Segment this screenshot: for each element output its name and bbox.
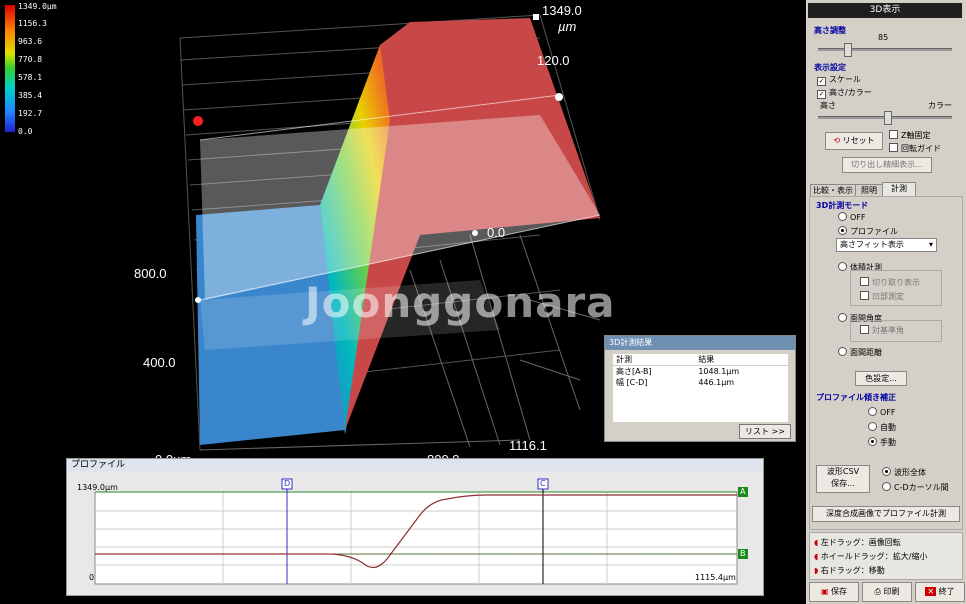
print-button[interactable]: ⎙ 印刷 (862, 582, 912, 602)
depth-profile-button[interactable]: 深度合成画像でプロファイル計測 (812, 506, 960, 522)
scale-label-7: 0.0 (18, 127, 33, 136)
marker-white-mid (472, 230, 478, 236)
tab-measure[interactable]: 計測 (882, 182, 916, 197)
result-table: 計測 結果 高さ[A-B] 1048.1µm 幅 [C-D] 446.1µm (613, 354, 788, 422)
color-setting-button[interactable]: 色設定... (855, 371, 907, 386)
color-scale-bar (5, 5, 15, 132)
axis-right-val: 120.0 (537, 53, 570, 68)
profile-title: プロファイル (67, 459, 763, 471)
list-button[interactable]: リスト >> (739, 424, 791, 439)
mouse-icon: ◗ (814, 566, 819, 575)
scale-label-2: 963.6 (18, 37, 43, 46)
height-color-checkbox[interactable]: ✓ 高さ/カラー (817, 87, 872, 99)
scale-label-5: 385.4 (18, 91, 43, 100)
reset-icon: ⟲ (833, 136, 841, 145)
axis-left-800: 800.0 (134, 266, 167, 281)
printer-icon: ⎙ (874, 587, 881, 596)
save-button[interactable]: ▣ 保存 (809, 582, 859, 602)
height-slider[interactable] (818, 48, 952, 51)
reset-button[interactable]: ⟲ リセット (825, 132, 883, 150)
z-fix-checkbox[interactable]: Z軸固定 (889, 130, 930, 141)
cd-cursor-radio[interactable]: C-Dカーソル間 (882, 482, 949, 493)
table-row[interactable]: 幅 [C-D] 446.1µm (613, 377, 788, 388)
result-dialog-title: 3D計測結果 (605, 336, 795, 350)
chevron-down-icon: ▾ (928, 240, 933, 249)
scale-label-6: 192.7 (18, 109, 43, 118)
help-left-drag: ◖ 左ドラッグ：画像回転 (814, 538, 901, 547)
axis-right-zero: 0.0 (487, 225, 506, 240)
marker-red (193, 116, 203, 126)
scale-label-4: 578.1 (18, 73, 43, 82)
panel-title: 3D表示 (808, 3, 962, 18)
height-adjust-value: 85 (878, 33, 889, 42)
marker-d-label[interactable]: D (284, 479, 290, 488)
tilt-manual-radio[interactable]: 手動 (868, 437, 896, 448)
help-wheel-drag: ◖ ホイールドラッグ：拡大/縮小 (814, 552, 928, 561)
marker-b-label[interactable]: B (740, 549, 746, 558)
color-label: カラー (928, 101, 952, 110)
scale-label-3: 770.8 (18, 55, 43, 64)
height-slider-thumb[interactable] (844, 43, 852, 57)
wave-csv-save-button[interactable]: 波形CSV 保存... (816, 465, 870, 493)
height-color-slider-thumb[interactable] (884, 111, 892, 125)
axis-top-max: 1349.0 (542, 3, 582, 18)
result-col-measure: 計測 (613, 354, 696, 366)
crop-detail-button[interactable]: 切り出し精細表示... (842, 157, 932, 173)
wave-all-radio[interactable]: 波形全体 (882, 467, 926, 478)
tilt-title: プロファイル傾き補正 (816, 393, 896, 402)
side-panel: 3D表示 高さ調整 85 表示設定 ✓ スケール ✓ 高さ/カラー 高さ カラー ⟲… (806, 0, 966, 604)
profile-window[interactable]: プロファイル 1349.0µm 0 1115.4µm D C A B (66, 458, 764, 596)
profile-x-min: 0 (89, 573, 95, 582)
rotate-guide-checkbox[interactable]: 回転ガイド (889, 143, 941, 154)
height-adjust-label: 高さ調整 (814, 26, 846, 35)
help-right-drag: ◗ 右ドラッグ：移動 (814, 566, 885, 575)
tilt-auto-radio[interactable]: 自動 (868, 422, 896, 433)
profile-y-max: 1349.0µm (77, 483, 118, 492)
corner-marker (533, 14, 539, 20)
exit-button[interactable]: ✕ 終了 (915, 582, 965, 602)
mouse-icon: ◖ (814, 538, 819, 547)
display-settings-label: 表示設定 (814, 63, 846, 72)
axis-top-unit: µm (558, 19, 577, 34)
result-dialog[interactable]: 3D計測結果 計測 結果 高さ[A-B] 1048.1µm 幅 [C-D] 446.1… (604, 335, 796, 442)
recess-measure-checkbox[interactable]: 凹部測定 (860, 291, 904, 302)
marker-c-label[interactable]: C (540, 479, 546, 488)
scale-label-1: 1156.3 (18, 19, 47, 28)
profile-fit-select[interactable]: 高さフィット表示 ▾ (836, 238, 937, 252)
axis-left-400: 400.0 (143, 355, 176, 370)
mode-distance-radio[interactable]: 面間距離 (838, 347, 882, 358)
mode-off-radio[interactable]: OFF (838, 212, 866, 222)
axis-bottom-right: 1116.1 (509, 438, 547, 453)
result-col-result: 結果 (695, 354, 788, 366)
reference-angle-checkbox[interactable]: 対基準角 (860, 325, 904, 336)
tilt-off-radio[interactable]: OFF (868, 407, 896, 417)
scale-label-0: 1349.0µm (18, 2, 57, 11)
save-icon: ▣ (820, 587, 829, 596)
marker-white-left (195, 297, 201, 303)
mode-title: 3D計測モード (816, 201, 869, 210)
marker-a-label[interactable]: A (740, 487, 745, 496)
profile-graph[interactable] (67, 471, 763, 595)
marker-white-top (555, 93, 563, 101)
cut-display-checkbox[interactable]: 切り取り表示 (860, 277, 920, 288)
mouse-icon: ◖ (814, 552, 819, 561)
3d-viewport[interactable]: 1349.0µm 1156.3 963.6 770.8 578.1 385.4 … (0, 0, 806, 604)
mode-profile-radio[interactable]: プロファイル (838, 226, 898, 237)
scale-checkbox[interactable]: ✓ スケール (817, 74, 861, 86)
close-icon: ✕ (925, 587, 937, 596)
height-label: 高さ (820, 101, 836, 110)
table-row[interactable]: 高さ[A-B] 1048.1µm (613, 366, 788, 378)
watermark: Joonggonara (305, 278, 616, 327)
profile-x-max: 1115.4µm (695, 573, 736, 582)
